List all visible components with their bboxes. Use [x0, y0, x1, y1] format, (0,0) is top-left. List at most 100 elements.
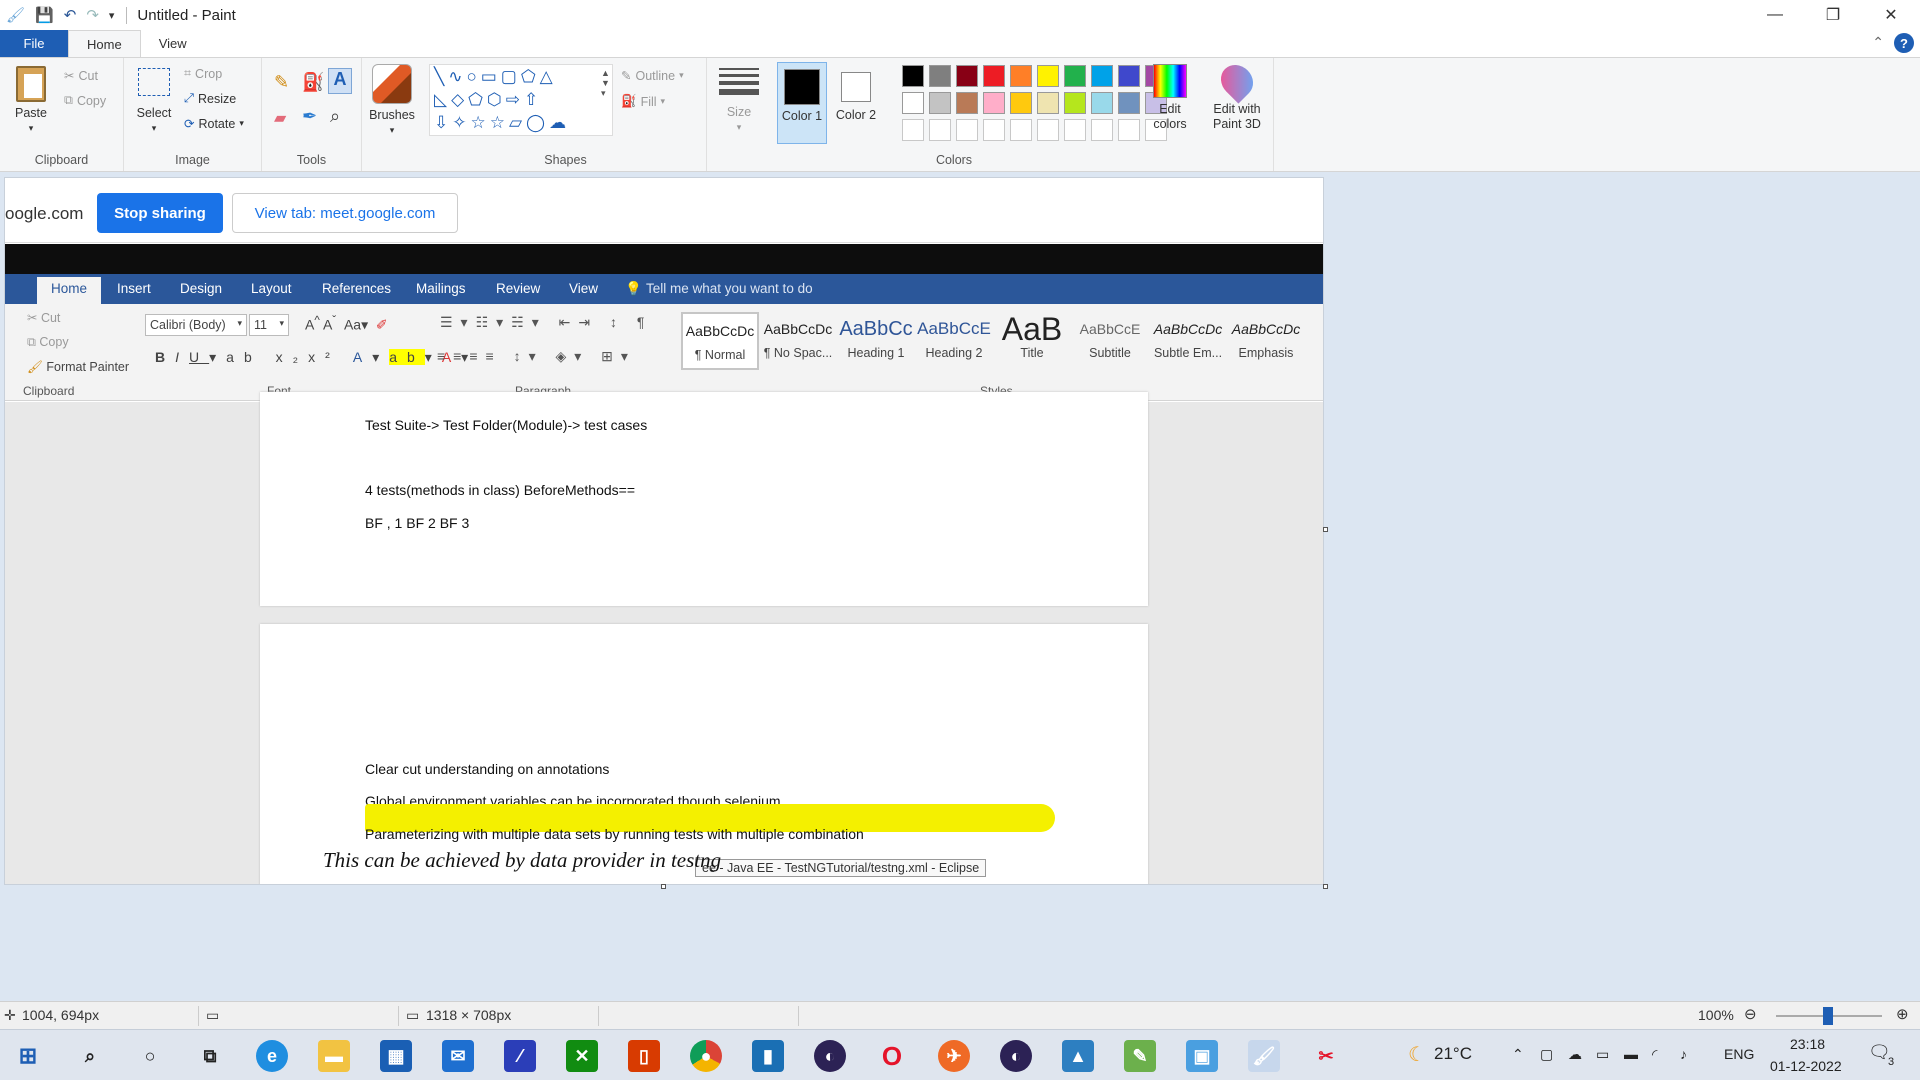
paste-button[interactable]: Paste ▾: [8, 66, 54, 136]
fill-bucket-icon[interactable]: ⛽: [302, 72, 324, 93]
brushes-button[interactable]: Brushes ▾: [368, 64, 416, 138]
palette-swatch[interactable]: [1064, 65, 1086, 87]
word-style-item[interactable]: AaBbCcDc ¶ Normal: [681, 312, 759, 370]
word-tab-review[interactable]: Review: [496, 281, 540, 296]
word-format-painter-button[interactable]: 🖌 Format Painter: [27, 360, 129, 375]
onedrive-icon[interactable]: ☁: [1568, 1046, 1582, 1063]
task-view-icon[interactable]: ⧉: [194, 1040, 226, 1072]
zoom-out-icon[interactable]: ⊖: [1744, 1005, 1757, 1023]
custom-color-slot[interactable]: [1091, 119, 1113, 141]
paint-active-icon[interactable]: 🖌: [1248, 1040, 1280, 1072]
palette-swatch[interactable]: [1091, 65, 1113, 87]
color1-button[interactable]: Color 1: [777, 62, 827, 144]
word-tab-insert[interactable]: Insert: [117, 281, 151, 296]
redo-icon[interactable]: ↷: [86, 6, 99, 24]
custom-color-slot[interactable]: [1064, 119, 1086, 141]
pencil-icon[interactable]: ✎: [274, 72, 289, 93]
remote-desktop-icon[interactable]: ▣: [1186, 1040, 1218, 1072]
palette-swatch[interactable]: [1037, 92, 1059, 114]
color2-button[interactable]: Color 2: [831, 62, 881, 144]
word-style-item[interactable]: AaBbCcDc Emphasis: [1227, 312, 1305, 370]
palette-swatch[interactable]: [983, 92, 1005, 114]
mail-icon[interactable]: ✉: [442, 1040, 474, 1072]
word-font-size[interactable]: 11 ▾: [249, 314, 289, 336]
custom-color-slot[interactable]: [956, 119, 978, 141]
palette-swatch[interactable]: [902, 92, 924, 114]
word-tab-design[interactable]: Design: [180, 281, 222, 296]
word-style-item[interactable]: AaBbCcE Heading 2: [915, 312, 993, 370]
crop-button[interactable]: ⌗ Crop: [184, 66, 222, 81]
stop-sharing-button[interactable]: Stop sharing: [97, 193, 223, 233]
paint-app-icon[interactable]: 🖌: [6, 6, 25, 24]
file-explorer-icon[interactable]: ▬: [318, 1040, 350, 1072]
opera-icon[interactable]: O: [876, 1040, 908, 1072]
word-tab-view[interactable]: View: [569, 281, 598, 296]
office-icon[interactable]: ▯: [628, 1040, 660, 1072]
edge-icon[interactable]: e: [256, 1040, 288, 1072]
magnifier-icon[interactable]: ⌕: [330, 106, 340, 127]
view-tab-button[interactable]: View tab: meet.google.com: [232, 193, 458, 233]
word-style-item[interactable]: AaBbCcDc Subtle Em...: [1149, 312, 1227, 370]
eraser-icon[interactable]: ▰: [274, 108, 286, 128]
close-button[interactable]: ✕: [1862, 0, 1920, 30]
word-font-grow-shrink-icon[interactable]: A^ Aˇ Aa▾ ✐: [305, 314, 388, 334]
fill-button[interactable]: ⛽ Fill ▾: [621, 94, 665, 109]
word-tab-layout[interactable]: Layout: [251, 281, 292, 296]
word-tab-home[interactable]: Home: [37, 277, 102, 304]
paint-canvas[interactable]: oogle.com Stop sharing View tab: meet.go…: [5, 178, 1323, 884]
color-picker-icon[interactable]: ✒: [302, 106, 317, 127]
cortana-icon[interactable]: ○: [134, 1040, 166, 1072]
palette-swatch[interactable]: [1037, 65, 1059, 87]
word-style-item[interactable]: AaBbCc Heading 1: [837, 312, 915, 370]
custom-color-slot[interactable]: [929, 119, 951, 141]
word-style-item[interactable]: AaBbCcDc ¶ No Spac...: [759, 312, 837, 370]
resize-handle-corner[interactable]: [1323, 884, 1328, 889]
edit-paint3d-button[interactable]: Edit with Paint 3D: [1207, 58, 1267, 132]
store-icon[interactable]: ▦: [380, 1040, 412, 1072]
palette-swatch[interactable]: [983, 65, 1005, 87]
word-tab-references[interactable]: References: [322, 281, 391, 296]
minimize-button[interactable]: —: [1746, 0, 1804, 30]
zoom-slider-thumb[interactable]: [1823, 1007, 1833, 1025]
chrome-icon[interactable]: ●: [690, 1040, 722, 1072]
search-icon[interactable]: ⌕: [74, 1040, 106, 1072]
palette-swatch[interactable]: [1010, 65, 1032, 87]
weather-temp[interactable]: 21°C: [1434, 1044, 1472, 1064]
copy-button[interactable]: ⧉ Copy: [64, 93, 106, 108]
size-button[interactable]: Size ▾: [717, 68, 761, 135]
eclipse-2-icon[interactable]: ◐: [1000, 1040, 1032, 1072]
clock-date[interactable]: 01-12-2022: [1770, 1058, 1842, 1074]
undo-icon[interactable]: ↶: [64, 6, 77, 24]
palette-swatch[interactable]: [902, 65, 924, 87]
resize-button[interactable]: ⤢ Resize: [184, 91, 236, 106]
customize-quick-access-icon[interactable]: ▾: [109, 9, 115, 22]
tab-home[interactable]: Home: [68, 30, 141, 57]
meet-icon[interactable]: ▢: [1540, 1046, 1553, 1063]
custom-color-slot[interactable]: [1118, 119, 1140, 141]
collapse-ribbon-icon[interactable]: ⌃: [1872, 34, 1884, 51]
text-tool-icon[interactable]: A: [328, 68, 352, 94]
help-button[interactable]: ?: [1894, 33, 1914, 53]
tray-overflow-icon[interactable]: ⌃: [1512, 1046, 1524, 1063]
restore-button[interactable]: ❐: [1804, 0, 1862, 30]
resize-handle-right[interactable]: [1323, 527, 1328, 532]
palette-swatch[interactable]: [1010, 92, 1032, 114]
palette-swatch[interactable]: [1118, 65, 1140, 87]
weather-icon[interactable]: ☾: [1408, 1042, 1426, 1067]
tell-me-box[interactable]: Tell me what you want to do: [646, 281, 813, 296]
eclipse-icon[interactable]: ◐: [814, 1040, 846, 1072]
battery-icon[interactable]: ▬: [1624, 1046, 1638, 1062]
resize-handle-bottom[interactable]: [661, 884, 666, 889]
rotate-button[interactable]: ⟳ Rotate ▾: [184, 116, 244, 132]
zoom-in-icon[interactable]: ⊕: [1896, 1005, 1909, 1023]
custom-color-slot[interactable]: [983, 119, 1005, 141]
start-icon[interactable]: ⊞: [12, 1040, 44, 1072]
word-copy-button[interactable]: ⧉ Copy: [27, 335, 69, 350]
word-style-item[interactable]: AaBbCcE Subtitle: [1071, 312, 1149, 370]
clock-time[interactable]: 23:18: [1790, 1036, 1825, 1052]
postman-icon[interactable]: ✈: [938, 1040, 970, 1072]
photos-icon[interactable]: ▲: [1062, 1040, 1094, 1072]
palette-swatch[interactable]: [929, 92, 951, 114]
palette-swatch[interactable]: [1064, 92, 1086, 114]
palette-swatch[interactable]: [1091, 92, 1113, 114]
